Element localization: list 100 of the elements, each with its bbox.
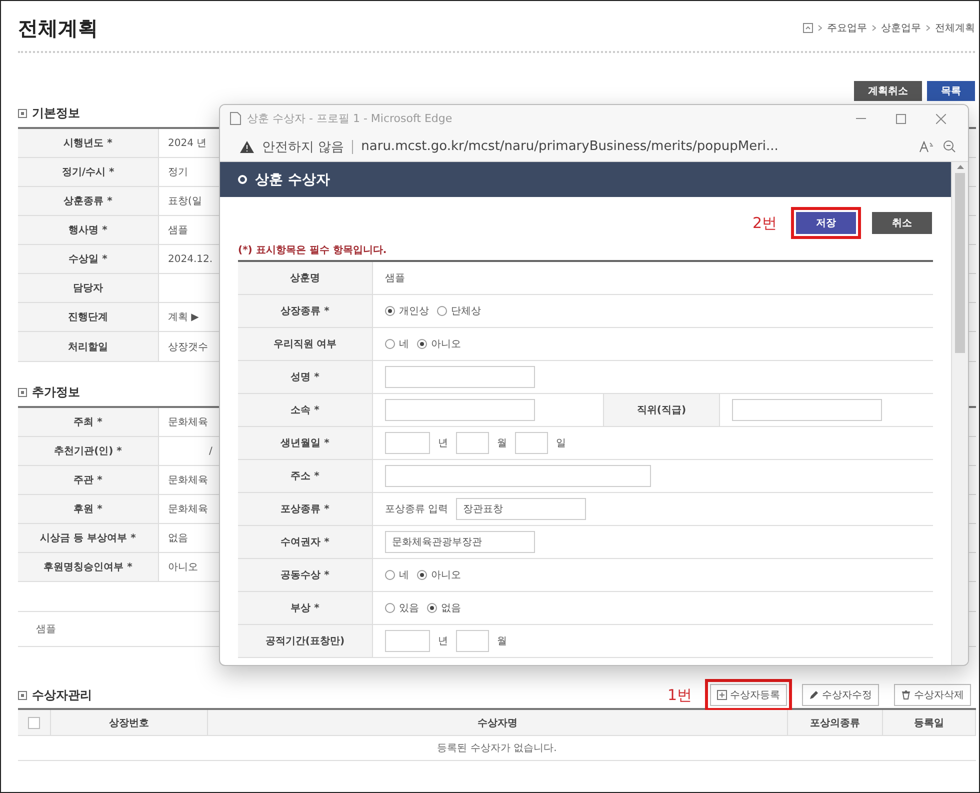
row-label: 주관 *	[18, 466, 159, 494]
address-url[interactable]: naru.mcst.go.kr/mcst/naru/primaryBusiness/merits/popupMeri...	[361, 139, 911, 154]
section-heading: 추가정보	[32, 384, 80, 400]
column-header: 포상의종류	[788, 710, 883, 736]
text-input[interactable]	[732, 399, 882, 421]
field-label: 성명 *	[238, 361, 373, 393]
action-button[interactable]: 계획취소	[854, 81, 922, 101]
row-value: 없음	[168, 532, 188, 545]
window-title: 상훈 수상자 - 프로필 1 - Microsoft Edge	[247, 111, 454, 126]
popup-button[interactable]: 취소	[872, 212, 932, 234]
field-label: 상장종류 *	[238, 295, 373, 327]
date-input[interactable]	[385, 432, 430, 454]
maximize-icon[interactable]	[896, 114, 906, 124]
home-icon[interactable]	[803, 23, 813, 33]
row-value: 아니오	[168, 561, 198, 574]
scroll-up-icon[interactable]	[956, 165, 964, 169]
text-input[interactable]	[385, 399, 535, 421]
checkbox[interactable]	[28, 716, 40, 728]
date-input[interactable]	[456, 630, 489, 652]
field-label: 수여권자 *	[238, 526, 373, 558]
required-note: (*) 표시항목은 필수 항목입니다.	[237, 244, 388, 258]
section-heading: 수상자관리	[32, 686, 92, 704]
popup-button[interactable]: 저장	[796, 212, 856, 234]
pencil-icon	[809, 690, 819, 700]
row-label: 정기/수시 *	[18, 158, 159, 186]
row-label: 주최 *	[18, 408, 159, 436]
chevron-icon	[926, 25, 930, 31]
row-label: 행사명 *	[18, 216, 159, 244]
breadcrumb-link[interactable]: 전체계획	[935, 21, 975, 35]
breadcrumb-link[interactable]: 상훈업무	[881, 21, 921, 35]
minimize-icon[interactable]	[856, 118, 866, 120]
row-label: 수상일 *	[18, 245, 159, 273]
annotation-label: 2번	[752, 214, 777, 232]
tool-button[interactable]: 수상자수정	[802, 684, 879, 706]
field-label: 부상 *	[238, 592, 373, 624]
field-label: 주소 *	[238, 460, 373, 492]
annotation-label: 1번	[667, 686, 692, 704]
field-label: 상훈명	[238, 262, 373, 294]
row-value: 정기	[168, 166, 188, 179]
row-label: 처리할일	[18, 332, 159, 361]
row-value: 표창(일	[168, 195, 202, 208]
row-label: 후원명칭승인여부 *	[18, 553, 159, 581]
text-input[interactable]: 장관표창	[456, 498, 586, 520]
column-header: 상장번호	[51, 710, 208, 736]
radio-option[interactable]: 아니오	[417, 568, 461, 582]
text-input[interactable]	[385, 366, 535, 388]
row-value: 상장갯수	[168, 340, 208, 354]
page-icon	[230, 112, 241, 125]
note-text: 샘플	[36, 623, 56, 636]
row-label: 후원 *	[18, 495, 159, 523]
field-label: 소속 *	[238, 394, 373, 426]
text-input[interactable]	[385, 465, 651, 487]
security-label[interactable]: 안전하지 않음	[262, 138, 344, 156]
date-input[interactable]	[385, 630, 430, 652]
popup-header: 상훈 수상자	[220, 162, 951, 197]
read-aloud-icon[interactable]	[919, 140, 935, 152]
field-value: 샘플	[385, 272, 405, 285]
radio-option[interactable]: 네	[385, 337, 409, 351]
close-icon[interactable]	[936, 114, 946, 124]
add-icon	[717, 690, 727, 700]
radio-option[interactable]: 단체상	[437, 304, 481, 318]
text-input[interactable]: 문화체육관광부장관	[385, 531, 535, 553]
warning-icon	[240, 140, 254, 152]
section-heading: 기본정보	[32, 104, 80, 122]
tool-button[interactable]: 수상자등록	[710, 684, 787, 706]
column-header: 등록일	[883, 710, 976, 736]
page-title: 전체계획	[18, 14, 98, 42]
row-value: 문화체육	[168, 474, 208, 487]
field-prefix: 포상종류 입력	[385, 503, 448, 516]
radio-option[interactable]: 개인상	[385, 304, 429, 318]
tool-button[interactable]: 수상자삭제	[894, 684, 971, 706]
row-label: 진행단계	[18, 303, 159, 331]
date-input[interactable]	[515, 432, 548, 454]
section-icon	[18, 388, 27, 396]
scrollbar-thumb[interactable]	[955, 173, 965, 353]
section-icon	[18, 690, 27, 700]
date-input[interactable]	[456, 432, 489, 454]
chevron-icon	[872, 25, 876, 31]
action-button[interactable]: 목록	[927, 81, 975, 101]
breadcrumb-link[interactable]: 주요업무	[827, 21, 867, 35]
scrollbar[interactable]	[951, 162, 968, 665]
unit-label: 년	[438, 437, 448, 450]
field-label: 공적기간(표창만)	[238, 625, 373, 657]
zoom-out-icon[interactable]	[943, 140, 956, 153]
row-value: 2024 년	[168, 137, 207, 150]
unit-label: 일	[556, 437, 566, 450]
radio-option[interactable]: 네	[385, 568, 409, 582]
field-label: 포상종류 *	[238, 493, 373, 525]
field-label: 우리직원 여부	[238, 328, 373, 360]
unit-label: 년	[438, 635, 448, 648]
row-label: 담당자	[18, 274, 159, 302]
field-label: 직위(직급)	[603, 394, 720, 426]
radio-option[interactable]: 없음	[427, 601, 461, 615]
row-label: 추천기관(인) *	[18, 437, 159, 465]
row-value: /	[209, 446, 212, 456]
row-value: 문화체육	[168, 503, 208, 516]
radio-option[interactable]: 아니오	[417, 337, 461, 351]
row-label: 상훈종류 *	[18, 187, 159, 215]
chevron-icon	[818, 25, 822, 31]
radio-option[interactable]: 있음	[385, 601, 419, 615]
